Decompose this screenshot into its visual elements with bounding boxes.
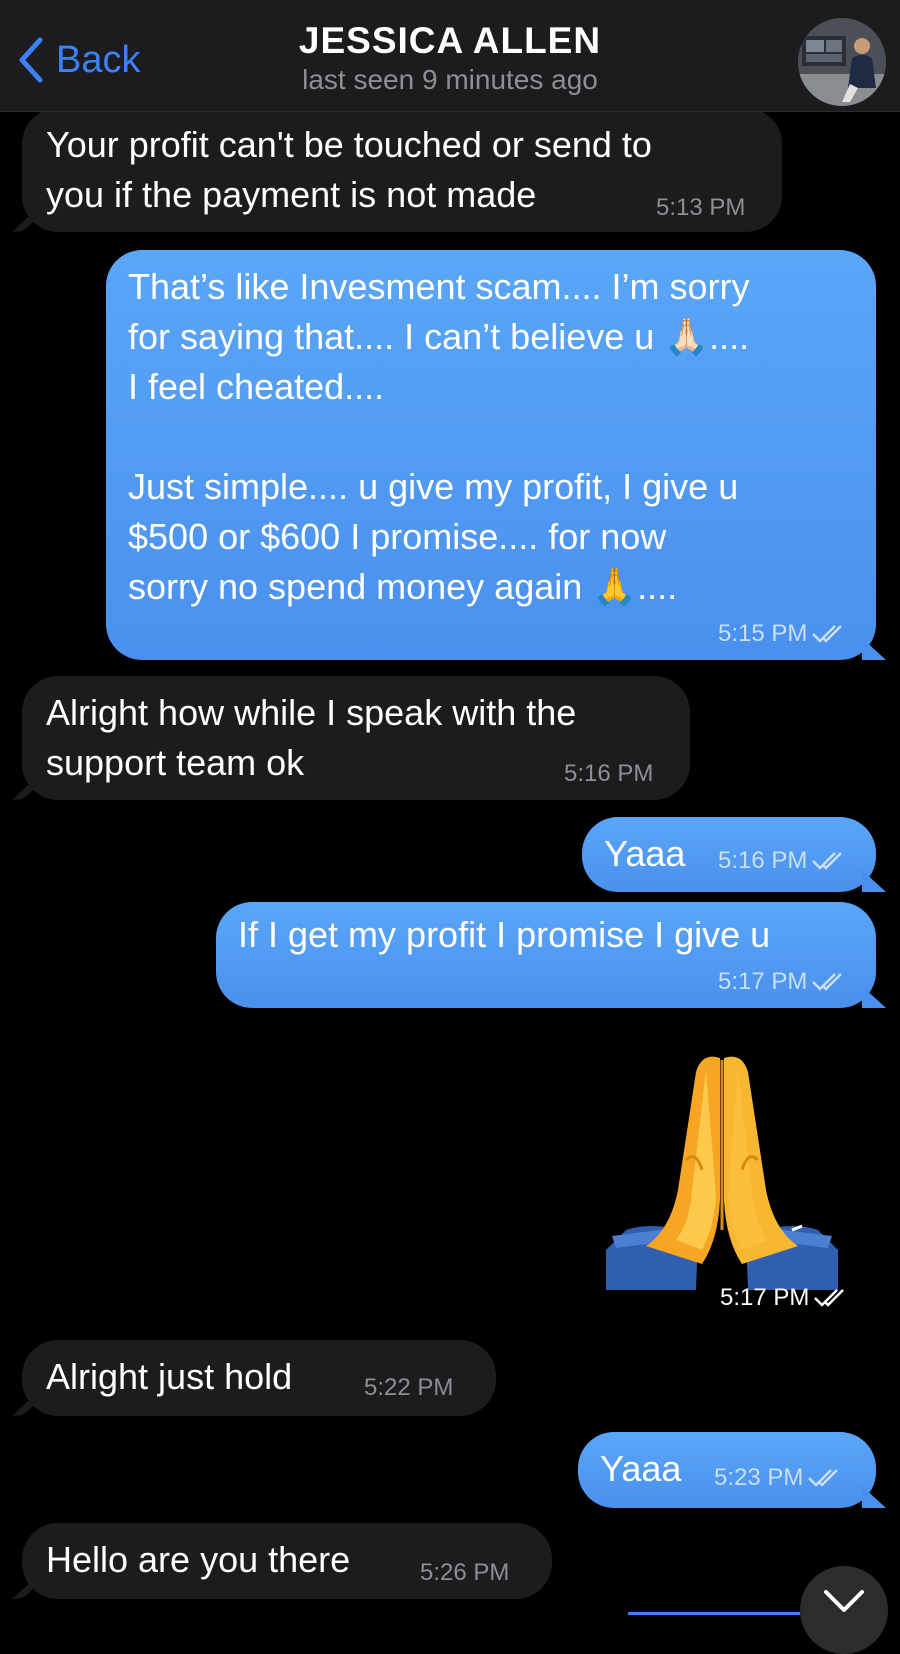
message-time: 5:26 PM [420,1559,510,1586]
avatar[interactable] [798,18,886,106]
chat-header: Back JESSICA ALLEN last seen 9 minutes a… [0,0,900,112]
message-text: Your profit can't be touched or send to … [46,124,652,215]
message-incoming[interactable]: Alright just hold 5:22 PM [12,1340,496,1416]
message-outgoing[interactable]: Yaaa 5:23 PM [578,1432,886,1508]
message-outgoing[interactable]: That’s like Invesment scam.... I’m sorry… [106,250,886,660]
folded-hands-icon [606,1056,838,1290]
message-text: That’s like Invesment scam.... I’m sorry… [128,266,750,607]
double-check-icon [814,1289,845,1307]
message-text: If I get my profit I promise I give u [238,914,771,955]
message-time: 5:17 PM [720,1284,847,1312]
message-incoming[interactable]: Alright how while I speak with the suppo… [12,676,690,800]
double-check-icon [808,1469,839,1487]
last-seen-status: last seen 9 minutes ago [302,64,598,95]
message-time: 5:22 PM [364,1374,454,1401]
message-incoming[interactable]: Hello are you there 5:26 PM [12,1523,552,1599]
message-time: 5:17 PM [718,970,845,994]
double-check-icon [812,852,843,870]
message-incoming[interactable]: Your profit can't be touched or send to … [12,108,782,232]
scroll-down-button[interactable] [800,1566,888,1654]
message-time: 5:15 PM [718,622,845,646]
message-outgoing[interactable]: If I get my profit I promise I give u 5:… [216,902,886,1008]
message-time: 5:16 PM [718,849,845,873]
back-label: Back [56,38,141,81]
double-check-icon [812,625,843,643]
message-time: 5:23 PM [714,1466,841,1490]
message-outgoing[interactable]: Yaaa 5:16 PM [582,817,886,892]
folded-hands-sticker[interactable] [606,1050,838,1290]
contact-name: JESSICA ALLEN [298,20,602,61]
back-button[interactable]: Back [16,36,140,84]
message-time: 5:16 PM [564,760,654,787]
chevron-left-icon [19,37,43,83]
contact-info[interactable]: JESSICA ALLEN last seen 9 minutes ago [200,20,700,96]
double-check-icon [812,973,843,991]
message-time: 5:13 PM [656,194,746,221]
chevron-down-icon [824,1590,864,1612]
